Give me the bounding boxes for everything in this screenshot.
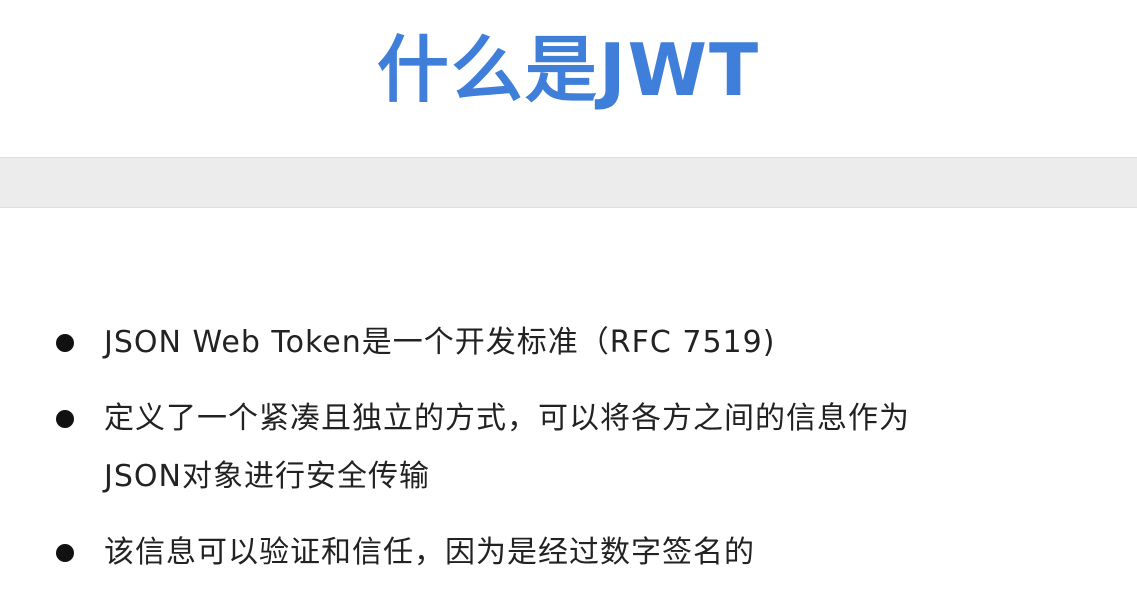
bullet-text-line: 定义了一个紧凑且独立的方式，可以将各方之间的信息作为 bbox=[104, 401, 910, 436]
bullet-text-line: JSON Web Token是一个开发标准（RFC 7519) bbox=[104, 325, 776, 360]
bullet-dot-icon bbox=[56, 410, 74, 428]
bullet-item-signed-trust: 该信息可以验证和信任，因为是经过数字签名的 bbox=[56, 524, 1096, 582]
bullet-item-jwt-standard: JSON Web Token是一个开发标准（RFC 7519) bbox=[56, 314, 1096, 372]
content-panel: JSON Web Token是一个开发标准（RFC 7519) 定义了一个紧凑且… bbox=[0, 207, 1137, 593]
bullet-text-line: JSON对象进行安全传输 bbox=[104, 459, 430, 494]
bullet-text-line: 该信息可以验证和信任，因为是经过数字签名的 bbox=[104, 535, 755, 570]
slide-title: 什么是JWT bbox=[376, 28, 761, 112]
title-panel: 什么是JWT bbox=[0, 0, 1137, 158]
bullet-dot-icon bbox=[56, 334, 74, 352]
bullet-list: JSON Web Token是一个开发标准（RFC 7519) 定义了一个紧凑且… bbox=[56, 314, 1096, 582]
bullet-item-compact-format: 定义了一个紧凑且独立的方式，可以将各方之间的信息作为 JSON对象进行安全传输 bbox=[56, 390, 1096, 506]
bullet-dot-icon bbox=[56, 544, 74, 562]
